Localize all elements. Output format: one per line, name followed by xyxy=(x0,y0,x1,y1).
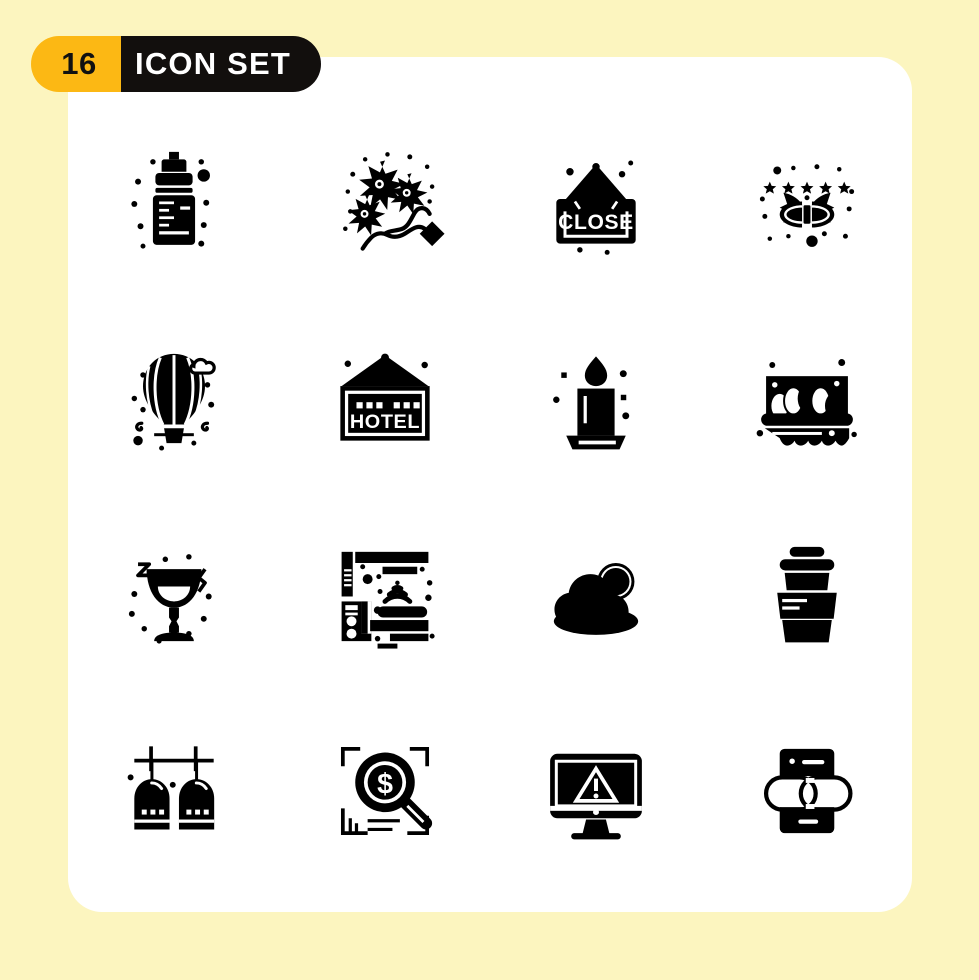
icon-cell-bow-tie[interactable] xyxy=(701,100,912,298)
hanging-lamps-icon xyxy=(127,746,214,830)
icon-cell-hanging-lamps[interactable] xyxy=(68,693,279,891)
icon-cell-cloudy-weather[interactable] xyxy=(490,495,701,693)
icon-cell-baby-bottle[interactable] xyxy=(68,100,279,298)
dollar-sign-text: $ xyxy=(377,769,393,801)
close-sign-icon: CLOSE xyxy=(555,160,636,255)
icon-set-badge: 16 ICON SET xyxy=(31,36,322,92)
candle-icon xyxy=(552,356,629,450)
icon-count-label: 16 xyxy=(31,36,121,92)
wine-glass-smile-icon xyxy=(128,553,212,644)
icon-cell-candle[interactable] xyxy=(490,298,701,496)
icon-cell-financial-search[interactable]: $ xyxy=(279,693,490,891)
close-sign-text: CLOSE xyxy=(558,211,634,234)
icon-cell-mobile-link[interactable] xyxy=(701,693,912,891)
coffee-cup-icon xyxy=(776,546,837,643)
egg-carton-icon xyxy=(756,359,857,446)
smart-home-wifi-icon xyxy=(341,551,435,649)
icon-cell-party-popper[interactable] xyxy=(279,100,490,298)
icon-set-title: ICON SET xyxy=(121,36,322,92)
icon-cell-coffee-cup[interactable] xyxy=(701,495,912,693)
icon-cell-smart-home-wifi[interactable] xyxy=(279,495,490,693)
bow-tie-icon xyxy=(759,164,854,247)
baby-bottle-icon xyxy=(130,151,210,249)
icon-cell-hot-air-balloon[interactable] xyxy=(68,298,279,496)
financial-search-icon: $ xyxy=(340,747,432,836)
hot-air-balloon-icon xyxy=(131,354,216,451)
party-popper-icon xyxy=(342,151,445,251)
hotel-sign-icon: HOTEL xyxy=(339,353,430,441)
icon-set-page: 16 ICON SET CLOSE HOTEL $ xyxy=(0,0,979,980)
mobile-link-icon xyxy=(763,749,853,834)
hotel-sign-text: HOTEL xyxy=(349,411,419,433)
cloudy-weather-icon xyxy=(553,562,638,635)
icon-cell-wine-glass-smile[interactable] xyxy=(68,495,279,693)
icon-cell-monitor-warning[interactable] xyxy=(490,693,701,891)
icon-grid: CLOSE HOTEL $ xyxy=(68,100,912,890)
icon-cell-egg-carton[interactable] xyxy=(701,298,912,496)
icon-cell-hotel-sign[interactable]: HOTEL xyxy=(279,298,490,496)
monitor-warning-icon xyxy=(549,754,642,840)
icon-cell-close-sign[interactable]: CLOSE xyxy=(490,100,701,298)
